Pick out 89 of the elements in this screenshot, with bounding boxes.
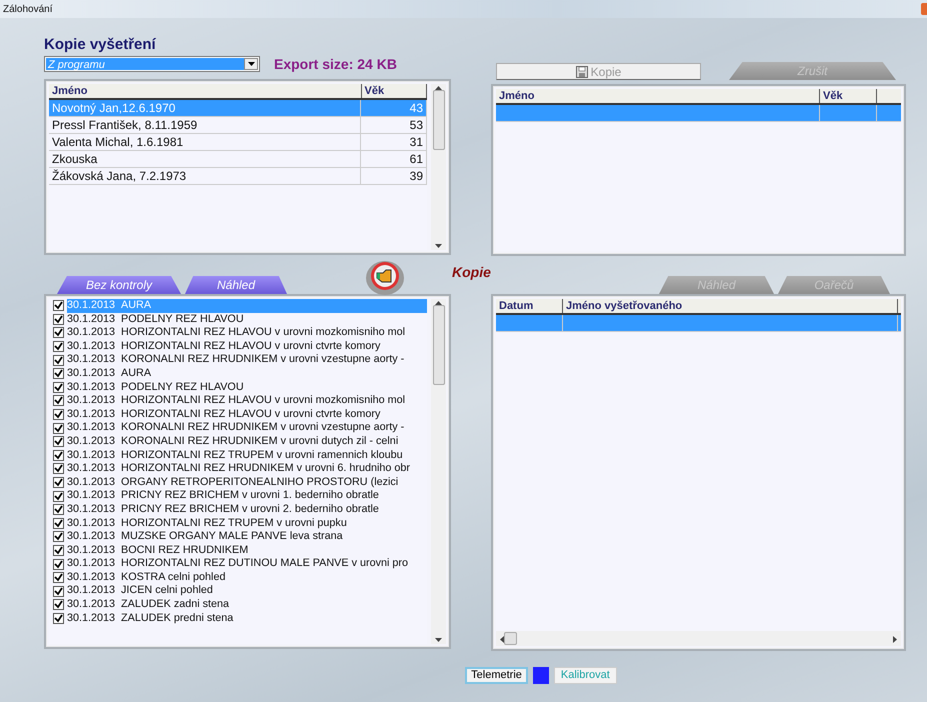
- checkbox[interactable]: [53, 518, 64, 529]
- table-row[interactable]: Valenta Michal, 1.6.1981 31: [49, 134, 427, 151]
- copy-label: Kopie: [452, 263, 491, 282]
- telemetry-button[interactable]: Telemetrie: [465, 667, 528, 684]
- checkbox[interactable]: [53, 382, 64, 393]
- list-item[interactable]: 30.1.2013 PRICNY REZ BRICHEM v urovni 1. bederniho obratle: [67, 489, 383, 503]
- tab[interactable]: Náhled: [185, 276, 287, 294]
- scroll-arrow-icon[interactable]: [893, 636, 897, 643]
- checkbox[interactable]: [53, 314, 64, 325]
- list-item[interactable]: 30.1.2013 KORONALNI REZ HRUDNIKEM v urovni dutych zil - celni: [67, 434, 402, 449]
- window-title: Zálohování: [3, 2, 52, 16]
- list-item[interactable]: 30.1.2013 HORIZONTALNI REZ HLAVOU v urovni ctvrte komory: [67, 408, 384, 422]
- checkbox[interactable]: [53, 612, 64, 624]
- list-item[interactable]: 30.1.2013 HORIZONTALNI REZ HLAVOU v urovni ctvrte komory: [67, 340, 384, 354]
- checkbox[interactable]: [53, 450, 64, 461]
- caret-icon[interactable]: [248, 62, 254, 66]
- checkbox[interactable]: [53, 504, 64, 516]
- column-header[interactable]: Jméno: [49, 84, 362, 98]
- list-item[interactable]: 30.1.2013 HORIZONTALNI REZ TRUPEM v urovni pupku: [67, 516, 351, 530]
- scroll-arrow-icon[interactable]: [435, 244, 442, 248]
- column-header[interactable]: Jméno: [496, 89, 820, 103]
- scroll-thumb[interactable]: [504, 632, 517, 645]
- vertical-scrollbar[interactable]: [431, 84, 446, 250]
- table-cell: 39: [361, 168, 427, 184]
- table-cell: 31: [361, 134, 427, 150]
- list-item[interactable]: 30.1.2013 HORIZONTALNI REZ DUTINOU MALE PANVE v urovni pro: [67, 557, 412, 571]
- scroll-arrow-icon[interactable]: [500, 636, 504, 643]
- section-heading: Kopie vyšetření: [44, 36, 157, 54]
- checkbox[interactable]: [53, 409, 64, 420]
- list-item[interactable]: 30.1.2013 ZALUDEK zadni stena: [67, 598, 234, 612]
- color-swatch[interactable]: [532, 667, 549, 684]
- table-row[interactable]: Zkouska 61: [49, 151, 427, 168]
- list-item[interactable]: 30.1.2013 KOSTRA celni pohled: [67, 570, 230, 584]
- list-item[interactable]: 30.1.2013 PRICNY REZ BRICHEM v urovni 2. bederniho obratle: [67, 502, 383, 516]
- list-item[interactable]: 30.1.2013 HORIZONTALNI REZ HRUDNIKEM v urovni 6. hrudniho obr: [67, 462, 414, 476]
- checkbox[interactable]: [53, 586, 64, 597]
- list-item[interactable]: 30.1.2013 PODELNY REZ HLAVOU: [67, 312, 248, 326]
- list-item[interactable]: 30.1.2013 BOCNI REZ HRUDNIKEM: [67, 544, 252, 558]
- list-item[interactable]: 30.1.2013 KORONALNI REZ HRUDNIKEM v urovni vzestupne aorty -: [67, 421, 408, 435]
- scroll-arrow-icon[interactable]: [435, 638, 442, 642]
- column-header[interactable]: Jméno vyšetřovaného: [563, 299, 898, 313]
- hand-pointer-icon[interactable]: [365, 259, 405, 296]
- table-row[interactable]: Žákovská Jana, 7.2.1973 39: [49, 168, 427, 185]
- checkbox[interactable]: [53, 477, 64, 488]
- checkbox[interactable]: [53, 368, 64, 380]
- list-item[interactable]: 30.1.2013 ZALUDEK predni stena: [67, 612, 238, 626]
- list-item[interactable]: 30.1.2013 JICEN celni pohled: [67, 584, 217, 598]
- table-cell: 53: [361, 117, 427, 133]
- checkbox[interactable]: [53, 395, 64, 406]
- checkbox[interactable]: [53, 436, 64, 448]
- checkbox[interactable]: [53, 599, 64, 610]
- column-header[interactable]: Datum: [496, 299, 563, 313]
- column-header[interactable]: Věk: [362, 84, 427, 98]
- table-cell: 61: [361, 151, 427, 167]
- checkbox[interactable]: [53, 531, 64, 542]
- checkbox[interactable]: [53, 354, 64, 366]
- list-item[interactable]: 30.1.2013 HORIZONTALNI REZ HLAVOU v urovni mozkomisniho mol: [67, 326, 410, 340]
- tab[interactable]: Bez kontroly: [57, 276, 181, 294]
- table-cell: Žákovská Jana, 7.2.1973: [49, 168, 362, 184]
- checkbox[interactable]: [53, 422, 64, 434]
- checkbox[interactable]: [53, 544, 64, 556]
- checkbox[interactable]: [53, 341, 64, 352]
- scroll-arrow-icon[interactable]: [435, 86, 442, 90]
- table-cell: 43: [361, 100, 427, 116]
- list-item[interactable]: 30.1.2013 HORIZONTALNI REZ TRUPEM v urovni ramennich kloubu: [67, 448, 407, 462]
- scroll-arrow-icon[interactable]: [435, 301, 442, 305]
- list-item[interactable]: 30.1.2013 KORONALNI REZ HRUDNIKEM v urovni vzestupne aorty -: [67, 353, 408, 367]
- list-item[interactable]: 30.1.2013 ORGANY RETROPERITONEALNIHO PROSTORU (lezici: [67, 476, 402, 490]
- checkbox[interactable]: [53, 490, 64, 502]
- scroll-thumb[interactable]: [432, 305, 444, 385]
- table-cell: Valenta Michal, 1.6.1981: [49, 134, 362, 150]
- table-cell: Zkouska: [49, 151, 362, 167]
- checkbox[interactable]: [53, 300, 64, 312]
- scroll-thumb[interactable]: [432, 90, 444, 150]
- vertical-scrollbar[interactable]: [431, 299, 446, 644]
- checkbox[interactable]: [53, 558, 64, 570]
- list-item[interactable]: 30.1.2013 AURA: [67, 366, 156, 381]
- checkbox[interactable]: [53, 572, 64, 584]
- list-item[interactable]: 30.1.2013 MUZSKE ORGANY MALE PANVE leva strana: [67, 530, 347, 544]
- checkbox[interactable]: [53, 463, 64, 474]
- horizontal-scrollbar[interactable]: [496, 631, 901, 646]
- checkbox[interactable]: [53, 327, 64, 338]
- table-row[interactable]: Pressl František, 8.11.1959 53: [49, 117, 427, 134]
- list-item[interactable]: 30.1.2013 HORIZONTALNI REZ HLAVOU v urovni mozkomisniho mol: [67, 394, 410, 408]
- table-cell: Pressl František, 8.11.1959: [49, 117, 362, 133]
- column-header[interactable]: Věk: [820, 89, 877, 103]
- table-cell: Novotný Jan,12.6.1970: [49, 100, 362, 116]
- list-item[interactable]: 30.1.2013 PODELNY REZ HLAVOU: [67, 380, 248, 394]
- export-size-label: Export size: 24 KB: [274, 54, 397, 74]
